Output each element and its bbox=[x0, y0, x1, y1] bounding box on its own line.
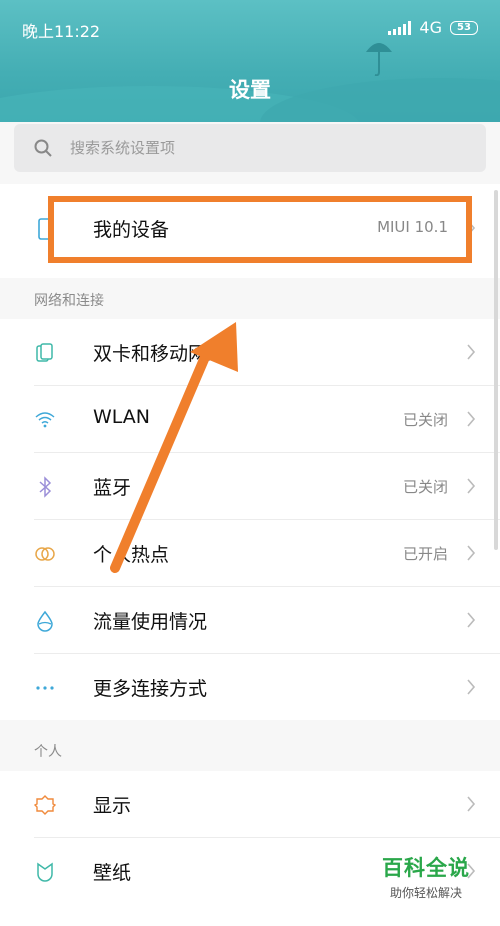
list-item-label: 流量使用情况 bbox=[93, 611, 208, 633]
search-input[interactable] bbox=[70, 134, 450, 162]
list-item-label: 蓝牙 bbox=[93, 477, 132, 499]
network-type: 4G bbox=[419, 18, 442, 37]
chevron-right-icon bbox=[467, 545, 476, 561]
wifi-icon bbox=[35, 412, 55, 428]
list-item-value: 已关闭 bbox=[402, 411, 448, 429]
status-indicators: 4G 53 bbox=[388, 18, 478, 37]
hotspot-icon bbox=[35, 547, 55, 561]
status-bar: 晚上11:22 4G 53 bbox=[22, 18, 478, 41]
list-item-label: 壁纸 bbox=[93, 862, 132, 884]
list-item-label: 个人热点 bbox=[93, 544, 170, 566]
section-title-network: 网络和连接 bbox=[34, 293, 104, 309]
status-time: 晚上11:22 bbox=[22, 22, 101, 41]
list-item-label: 显示 bbox=[93, 795, 132, 817]
list-item-display[interactable]: 显示 bbox=[0, 771, 500, 838]
signal-icon bbox=[388, 20, 412, 35]
list-item-more-connections[interactable]: 更多连接方式 bbox=[0, 654, 500, 721]
watermark-logo: 百科全说 助你轻松解决 bbox=[366, 852, 486, 901]
personal-card: 显示 壁纸 bbox=[0, 771, 500, 926]
sim-card-icon bbox=[36, 343, 53, 362]
umbrella-icon bbox=[366, 43, 392, 76]
page-title: 设置 bbox=[229, 78, 271, 102]
search-icon bbox=[34, 139, 52, 157]
list-item-value: 已关闭 bbox=[402, 478, 448, 496]
battery-icon: 53 bbox=[450, 20, 478, 35]
chevron-right-icon bbox=[467, 344, 476, 360]
list-item-value: 已开启 bbox=[402, 545, 448, 563]
scrollbar[interactable] bbox=[494, 190, 498, 550]
list-item-label: 更多连接方式 bbox=[93, 678, 208, 700]
network-card: 双卡和移动网络 WLAN 已关闭 蓝牙 已关闭 个人热点 已开启 流量使用情况 … bbox=[0, 319, 500, 720]
wallpaper-icon bbox=[37, 862, 53, 882]
highlight-box bbox=[48, 196, 472, 263]
list-item-label: 双卡和移动网络 bbox=[93, 343, 227, 365]
list-item-bluetooth[interactable]: 蓝牙 已关闭 bbox=[0, 453, 500, 520]
bluetooth-icon bbox=[39, 476, 52, 498]
more-dots-icon bbox=[36, 686, 54, 690]
data-usage-icon bbox=[37, 610, 53, 632]
list-item-data-usage[interactable]: 流量使用情况 bbox=[0, 587, 500, 654]
list-item-label: WLAN bbox=[93, 406, 151, 428]
watermark-subtitle: 助你轻松解决 bbox=[389, 886, 462, 900]
list-item-dual-sim[interactable]: 双卡和移动网络 bbox=[0, 319, 500, 386]
chevron-right-icon bbox=[467, 411, 476, 427]
display-icon bbox=[34, 795, 56, 815]
list-item-hotspot[interactable]: 个人热点 已开启 bbox=[0, 520, 500, 587]
watermark-title: 百科全说 bbox=[382, 856, 470, 880]
chevron-right-icon bbox=[467, 679, 476, 695]
chevron-right-icon bbox=[467, 796, 476, 812]
chevron-right-icon bbox=[467, 612, 476, 628]
chevron-right-icon bbox=[467, 478, 476, 494]
search-box[interactable] bbox=[14, 124, 486, 172]
section-title-personal: 个人 bbox=[34, 744, 62, 760]
list-item-wlan[interactable]: WLAN 已关闭 bbox=[0, 386, 500, 453]
header: 晚上11:22 4G 53 设置 bbox=[0, 0, 500, 122]
search-area bbox=[0, 122, 500, 182]
